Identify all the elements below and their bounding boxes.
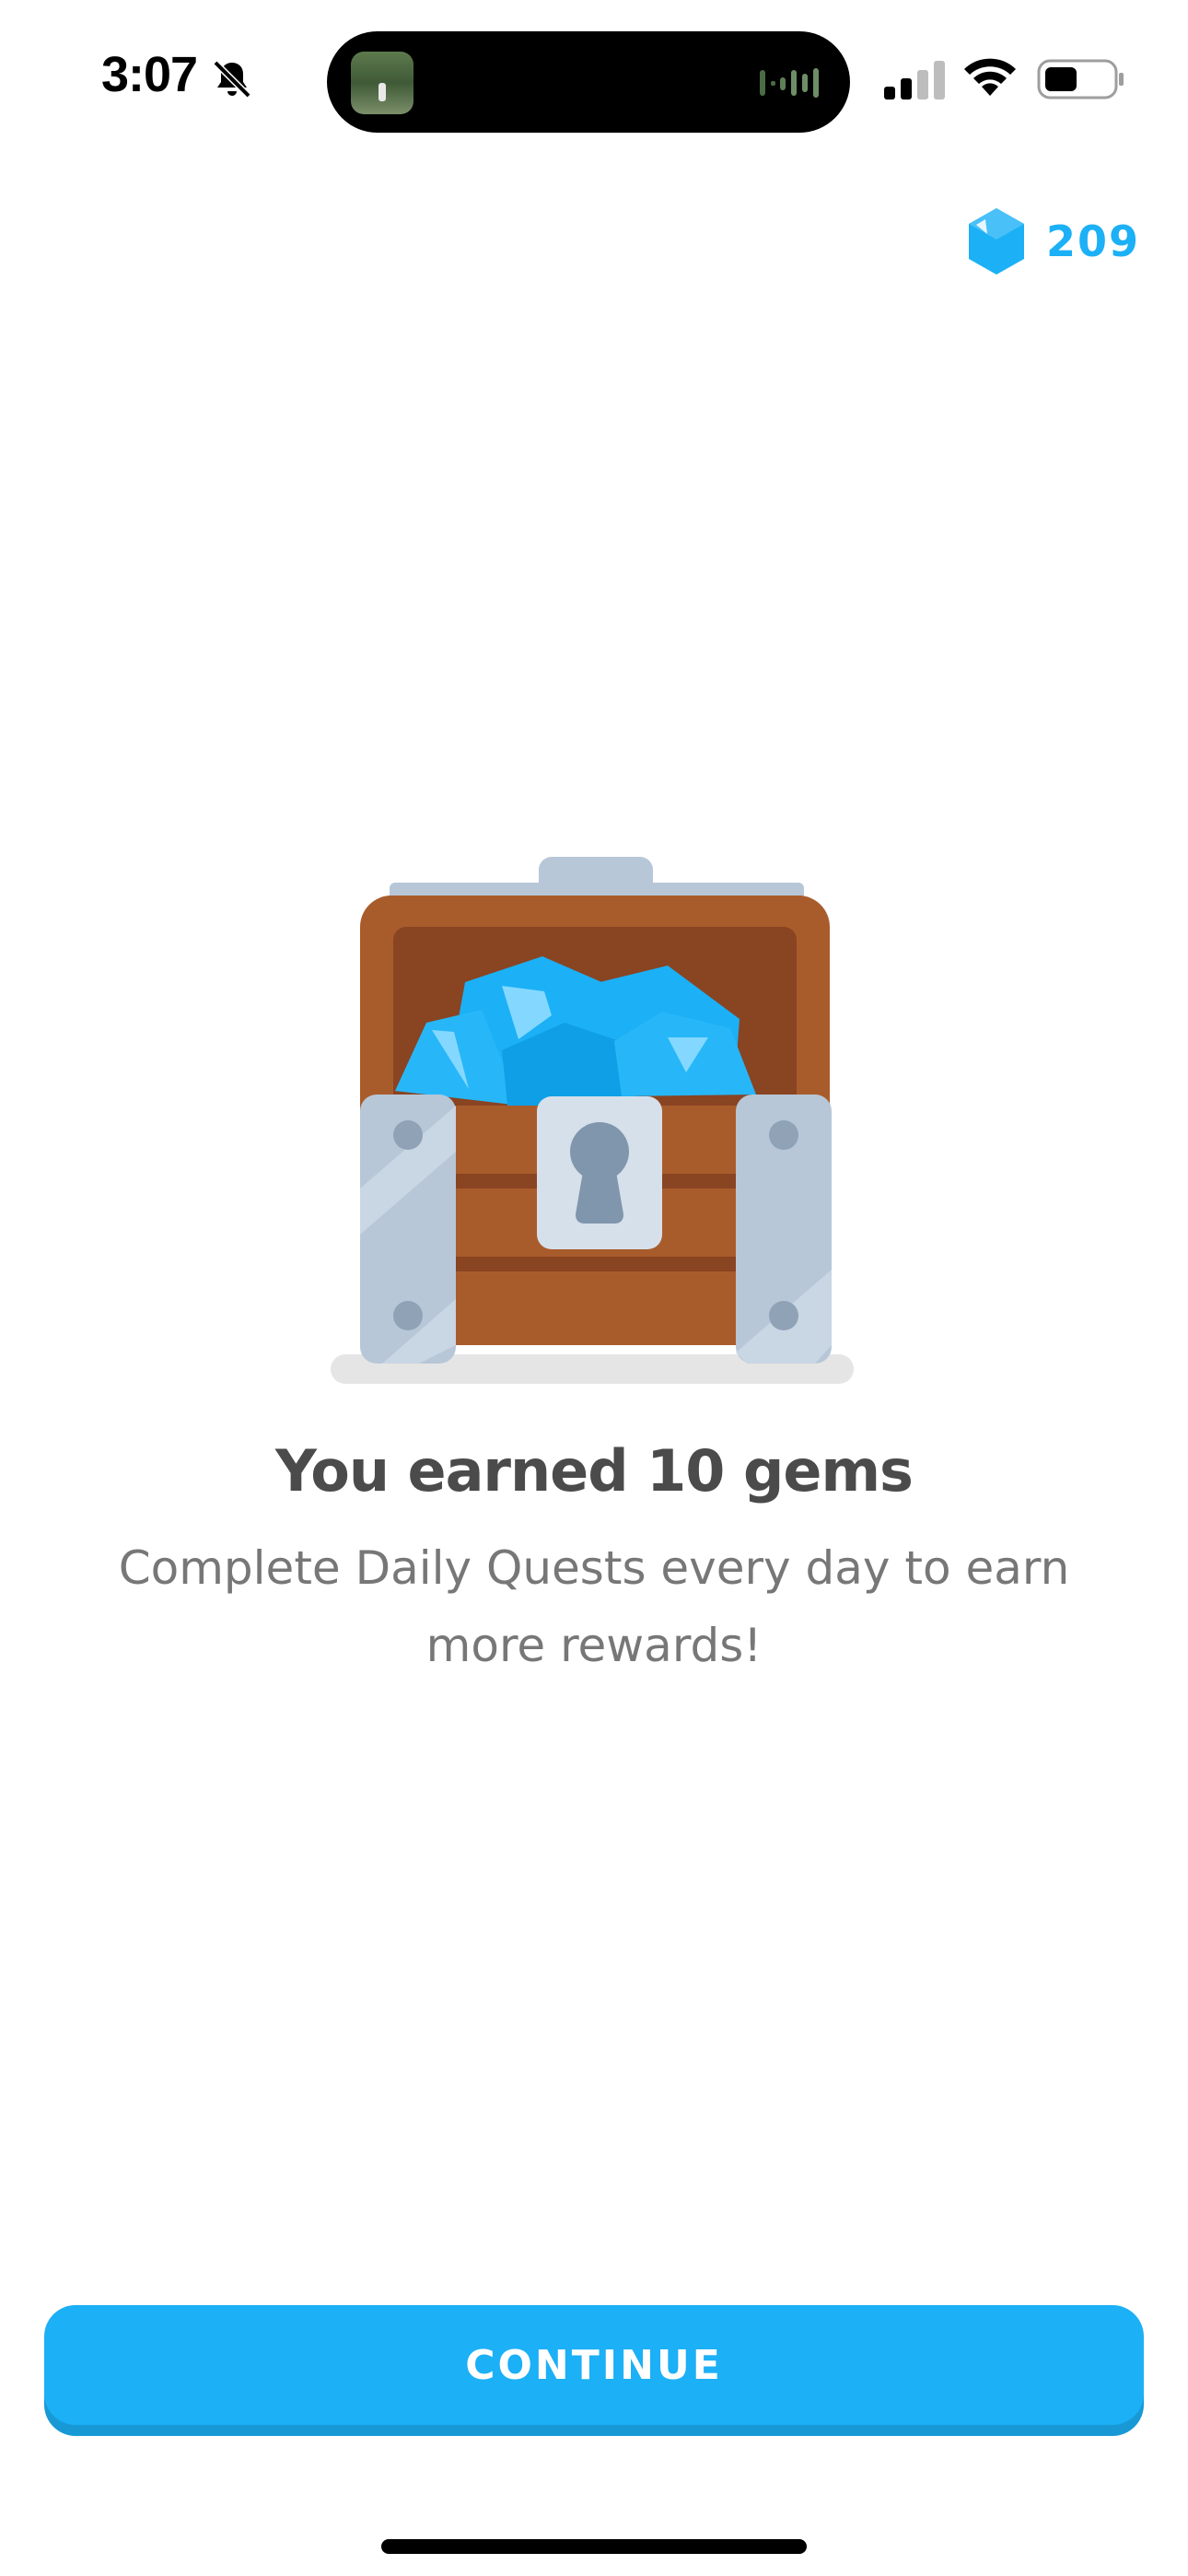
status-bar: 3:07 [0,0,1188,157]
status-time: 3:07 [101,47,198,102]
continue-button-label: CONTINUE [465,2341,723,2389]
signal-icon [884,61,945,100]
bell-slash-icon [213,60,251,99]
treasure-chest-icon [331,857,854,1384]
home-indicator[interactable] [381,2539,807,2554]
gem-counter[interactable]: 209 [967,205,1140,278]
gem-count: 209 [1045,217,1140,266]
reward-message: Complete Daily Quests every day to earn … [118,1541,1070,1672]
dynamic-island[interactable] [327,31,850,133]
reward-headline: You earned 10 gems [275,1437,914,1505]
wifi-icon [964,58,1016,96]
continue-button[interactable]: CONTINUE [44,2305,1144,2425]
audio-waveform-icon [760,68,819,98]
gem-icon [968,208,1024,275]
now-playing-thumbnail [351,52,413,114]
battery-icon [1037,59,1124,100]
